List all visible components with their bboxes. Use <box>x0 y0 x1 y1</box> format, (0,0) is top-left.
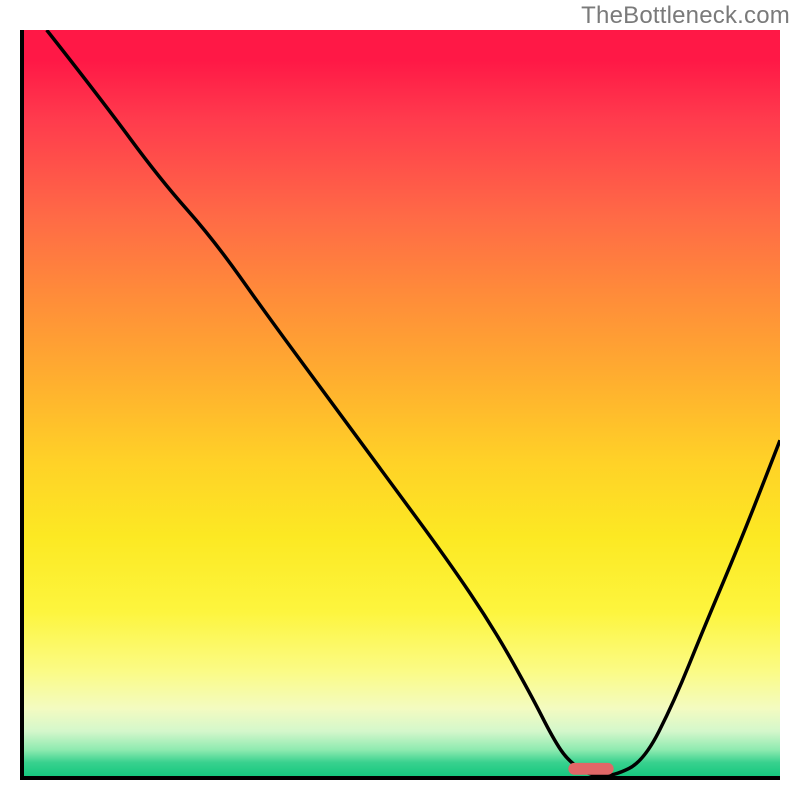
optimal-marker <box>568 763 613 775</box>
plot-area <box>20 30 780 780</box>
chart-container: TheBottleneck.com <box>0 0 800 800</box>
bottleneck-curve <box>47 30 780 776</box>
watermark-text: TheBottleneck.com <box>581 2 790 30</box>
chart-overlay <box>24 30 780 776</box>
